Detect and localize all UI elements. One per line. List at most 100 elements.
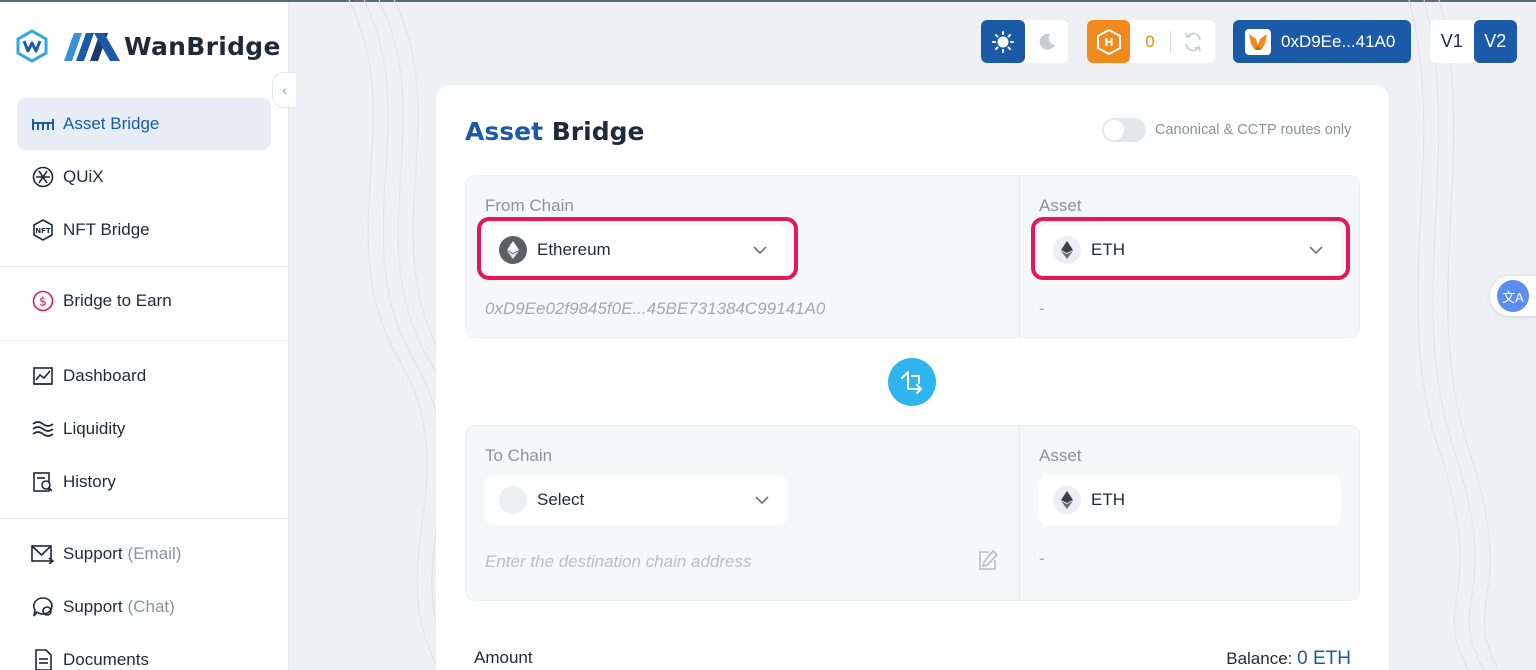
theme-switcher — [981, 20, 1068, 63]
wanchain-logo-icon — [16, 29, 48, 63]
sidebar-item-suffix: (Chat) — [127, 597, 175, 616]
empty-chain-icon — [499, 486, 527, 514]
dollar-circle-icon: $ — [31, 289, 55, 313]
chat-icon — [31, 595, 55, 619]
version-v1-button[interactable]: V1 — [1430, 20, 1474, 63]
from-address: 0xD9Ee02f9845f0E...45BE731384C99141A0 — [485, 299, 826, 318]
sidebar-item-label: Liquidity — [63, 419, 126, 438]
translate-button[interactable]: 文A — [1490, 276, 1536, 316]
refresh-button[interactable] — [1171, 31, 1215, 53]
page-title-part2: Bridge — [551, 117, 645, 146]
to-asset-balance: - — [1039, 549, 1045, 568]
from-panel: From Chain Ethereum Asset ETH 0xD9Ee02f9… — [465, 175, 1360, 338]
points-count: 0 — [1145, 31, 1155, 51]
destination-address-input[interactable]: Enter the destination chain address — [485, 552, 752, 572]
sidebar-item-label: NFT Bridge — [63, 220, 150, 239]
light-theme-button[interactable] — [981, 20, 1025, 63]
asset-bridge-card: Asset Bridge Canonical & CCTP routes onl… — [436, 85, 1389, 670]
to-panel: To Chain Select Asset ETH Enter the dest… — [465, 425, 1360, 601]
translate-icon: 文A — [1497, 280, 1529, 312]
sidebar-divider — [0, 340, 289, 341]
sidebar-item-quix[interactable]: QUiX — [17, 151, 271, 203]
panel-divider — [1019, 426, 1020, 600]
bridge-icon — [31, 112, 55, 136]
version-v2-button[interactable]: V2 — [1473, 20, 1517, 63]
from-asset-label: Asset — [1039, 196, 1082, 215]
version-switcher: V1 V2 — [1430, 20, 1517, 63]
points-widget: H 0 — [1087, 20, 1215, 63]
sidebar-item-label: History — [63, 472, 116, 491]
route-filter-label: Canonical & CCTP routes only — [1155, 122, 1352, 138]
quix-icon — [31, 165, 55, 189]
sidebar-item-label: Support — [63, 544, 123, 563]
panel-divider — [1019, 176, 1020, 337]
nft-icon: NFT — [31, 218, 55, 242]
dark-theme-button[interactable] — [1025, 20, 1068, 63]
wanbridge-mark-icon — [64, 33, 120, 61]
eth-icon — [1053, 486, 1081, 514]
history-icon — [31, 470, 55, 494]
sidebar-item-bridge-to-earn[interactable]: $ Bridge to Earn — [17, 275, 271, 327]
sidebar-item-dashboard[interactable]: Dashboard — [17, 350, 271, 402]
moon-icon — [1039, 33, 1055, 50]
to-asset-value: ETH — [1091, 490, 1125, 509]
svg-text:NFT: NFT — [35, 227, 51, 235]
document-icon — [31, 648, 55, 670]
balance-label: Balance: — [1226, 649, 1293, 668]
to-chain-value: Select — [537, 490, 585, 509]
from-chain-label: From Chain — [485, 196, 574, 215]
swap-arrows-icon — [901, 371, 922, 394]
route-filter-toggle[interactable]: Canonical & CCTP routes only — [1102, 118, 1351, 142]
sidebar-item-asset-bridge[interactable]: Asset Bridge — [17, 98, 271, 150]
from-chain-highlight — [477, 217, 798, 280]
amount-label: Amount — [474, 648, 533, 667]
to-asset-label: Asset — [1039, 446, 1082, 465]
sidebar-item-support-chat[interactable]: Support (Chat) — [17, 581, 271, 633]
chevron-left-icon: ‹ — [282, 82, 287, 98]
chevron-down-icon — [755, 496, 769, 505]
to-asset-display: ETH — [1039, 475, 1341, 525]
sidebar-collapse-button[interactable]: ‹ — [272, 72, 296, 108]
toggle-switch[interactable] — [1102, 118, 1146, 142]
refresh-icon — [1185, 32, 1201, 51]
to-chain-select[interactable]: Select — [485, 475, 787, 525]
sidebar-divider — [0, 266, 289, 267]
swap-direction-button[interactable] — [888, 358, 936, 406]
sidebar-item-label: Support — [63, 597, 123, 616]
sidebar-divider — [0, 518, 289, 519]
edit-icon[interactable] — [976, 549, 1000, 573]
sidebar-item-documents[interactable]: Documents — [17, 634, 271, 670]
sidebar-item-label: Dashboard — [63, 366, 147, 385]
sidebar-item-support-email[interactable]: Support (Email) — [17, 528, 271, 580]
sidebar-item-label: Documents — [63, 650, 149, 669]
sun-icon — [992, 30, 1014, 53]
hexagon-coin-icon: H — [1096, 28, 1121, 55]
sidebar-item-label: QUiX — [63, 167, 104, 186]
sidebar-item-label: Bridge to Earn — [63, 291, 172, 310]
dashboard-icon — [31, 364, 55, 388]
balance-display: Balance: 0 ETH — [1226, 648, 1351, 670]
brand-name: WanBridge — [124, 31, 281, 61]
sidebar-item-nft-bridge[interactable]: NFT NFT Bridge — [17, 204, 271, 256]
from-asset-highlight — [1031, 217, 1350, 280]
svg-text:H: H — [1104, 36, 1113, 49]
metamask-fox-icon — [1245, 28, 1271, 55]
sidebar-item-liquidity[interactable]: Liquidity — [17, 403, 271, 455]
points-button[interactable]: H — [1087, 20, 1130, 63]
sidebar: WanBridge ‹ Asset Bridge QUiX NFT NFT Br… — [0, 2, 296, 670]
to-chain-label: To Chain — [485, 446, 553, 465]
brand-logo[interactable]: WanBridge — [16, 28, 281, 64]
toggle-knob — [1104, 120, 1124, 140]
sidebar-item-label: Asset Bridge — [63, 114, 160, 133]
sidebar-item-history[interactable]: History — [17, 456, 271, 508]
sidebar-item-suffix: (Email) — [127, 544, 182, 563]
page-title-part1: Asset — [465, 117, 544, 146]
from-asset-balance: - — [1039, 299, 1045, 318]
wallet-address: 0xD9Ee...41A0 — [1281, 31, 1396, 51]
svg-text:$: $ — [39, 295, 47, 309]
waves-icon — [31, 417, 55, 441]
page-title: Asset Bridge — [465, 117, 644, 146]
balance-value: 0 ETH — [1297, 648, 1351, 669]
email-icon — [31, 542, 55, 566]
wallet-button[interactable]: 0xD9Ee...41A0 — [1233, 20, 1411, 63]
